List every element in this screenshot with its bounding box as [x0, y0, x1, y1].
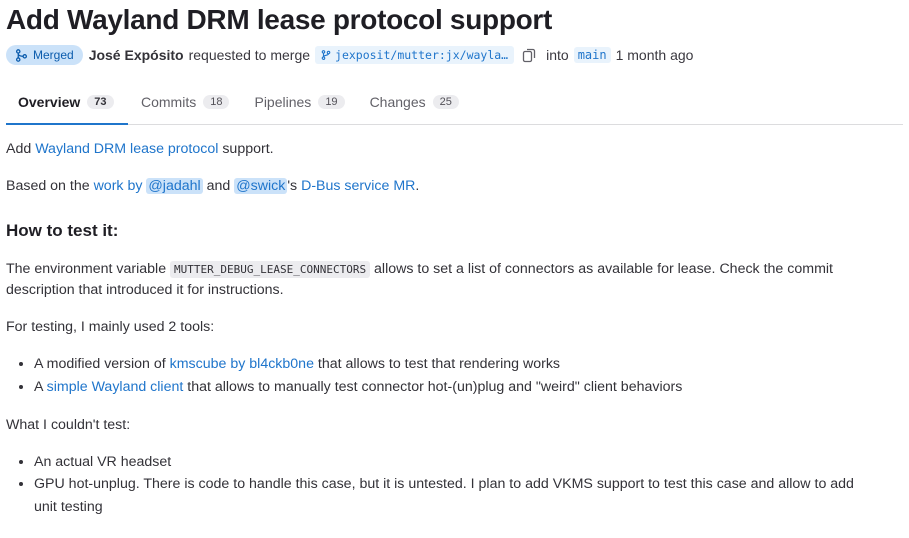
- description-paragraph: What I couldn't test:: [6, 417, 131, 433]
- list-item: A modified version of kmscube by bl4ckb0…: [34, 354, 903, 375]
- description-paragraph: For testing, I mainly used 2 tools:: [6, 319, 215, 335]
- tab-label: Pipelines: [254, 94, 312, 110]
- env-variable-code: MUTTER_DEBUG_LEASE_CONNECTORS: [170, 261, 371, 278]
- merge-request-page: Add Wayland DRM lease protocol support M…: [0, 0, 909, 515]
- tab-count: 25: [432, 95, 459, 109]
- section-heading: How to test it:: [6, 221, 119, 240]
- page-title: Add Wayland DRM lease protocol support: [6, 4, 553, 35]
- tab-overview[interactable]: Overview 73: [6, 80, 128, 125]
- description-paragraph: The environment variable MUTTER_DEBUG_LE…: [6, 259, 903, 301]
- tab-count: 73: [87, 95, 114, 109]
- author-link[interactable]: José Expósito: [89, 47, 184, 63]
- text: unit testing: [34, 499, 103, 515]
- target-branch[interactable]: main: [573, 47, 611, 63]
- tab-pipelines[interactable]: Pipelines 19: [242, 80, 356, 124]
- merge-request-tabs: Overview 73 Commits 18 Pipelines 19 Chan…: [6, 80, 903, 125]
- tab-changes[interactable]: Changes 25: [358, 80, 471, 124]
- mention-swick[interactable]: @swick: [234, 178, 288, 194]
- source-branch[interactable]: jexposit/mutter:jx/wayla…: [315, 46, 515, 64]
- description-paragraph: Add Wayland DRM lease protocol support.: [6, 139, 903, 160]
- tools-list: A modified version of kmscube by bl4ckb0…: [6, 354, 903, 398]
- tab-label: Changes: [369, 94, 426, 110]
- text: Based on the: [6, 178, 94, 194]
- mention-jadahl[interactable]: @jadahl: [146, 178, 203, 194]
- text: Add: [6, 141, 36, 157]
- text: and: [202, 178, 235, 194]
- tab-count: 18: [203, 95, 230, 109]
- dbus-service-mr-link[interactable]: D-Bus service MR: [301, 178, 415, 194]
- text: .: [415, 178, 420, 194]
- work-by-link[interactable]: work by: [94, 178, 147, 194]
- text: allows to set a list of connectors as av…: [370, 261, 833, 277]
- tab-label: Commits: [141, 94, 197, 110]
- tab-count: 19: [318, 95, 345, 109]
- tab-commits[interactable]: Commits 18: [129, 80, 241, 124]
- text: that allows to manually test connector h…: [183, 379, 683, 395]
- text: A modified version of: [34, 356, 170, 372]
- merge-icon: [15, 48, 28, 62]
- text: description that introduced it for instr…: [6, 282, 284, 298]
- description-paragraph: Based on the work by @jadahl and @swick '…: [6, 176, 903, 197]
- copy-icon: [522, 48, 536, 62]
- source-branch-label: jexposit/mutter:jx/wayla…: [335, 48, 509, 62]
- branch-icon: [321, 50, 331, 60]
- merge-action-text: requested to merge: [188, 47, 311, 63]
- text: GPU hot-unplug. There is code to handle …: [34, 476, 854, 492]
- text: 's: [287, 178, 302, 194]
- merge-request-meta: Merged José Expósito requested to merge …: [6, 40, 903, 70]
- text: A: [34, 379, 47, 395]
- tab-label: Overview: [18, 94, 81, 110]
- created-time: 1 month ago: [615, 47, 694, 63]
- text: The environment variable: [6, 261, 171, 277]
- text: support.: [218, 141, 274, 157]
- list-item: An actual VR headset: [34, 452, 903, 473]
- untested-list: An actual VR headset GPU hot-unplug. The…: [6, 452, 903, 518]
- status-badge: Merged: [6, 45, 83, 65]
- wayland-drm-lease-link[interactable]: Wayland DRM lease protocol: [35, 141, 218, 157]
- simple-wayland-client-link[interactable]: simple Wayland client: [47, 379, 184, 395]
- into-text: into: [546, 47, 569, 63]
- list-item: GPU hot-unplug. There is code to handle …: [34, 474, 903, 518]
- status-badge-label: Merged: [33, 48, 74, 62]
- list-item: A simple Wayland client that allows to m…: [34, 377, 903, 398]
- text: that allows to test that rendering works: [313, 356, 561, 372]
- kmscube-link[interactable]: kmscube by bl4ckb0ne: [170, 356, 314, 372]
- copy-branch-button[interactable]: [522, 48, 536, 63]
